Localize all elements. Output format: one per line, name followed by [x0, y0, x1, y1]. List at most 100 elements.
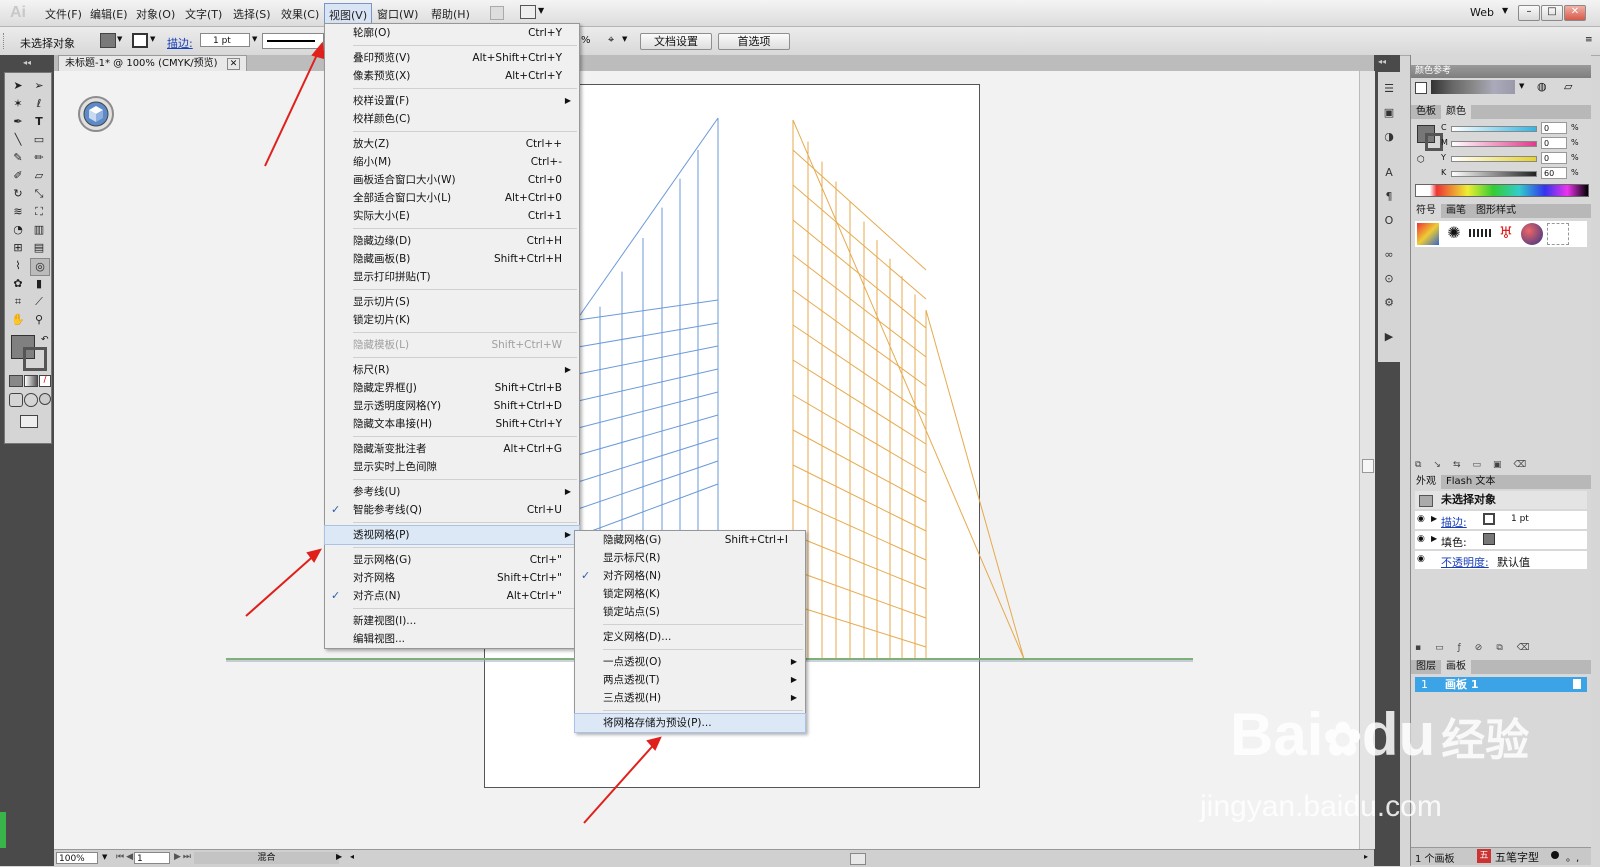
- blend-tool-icon[interactable]: ◎: [30, 258, 50, 276]
- pathfinder-panel-icon[interactable]: ◑: [1382, 130, 1396, 144]
- ime-punct-icon[interactable]: 。,: [1566, 849, 1579, 864]
- symbol-sphere-icon[interactable]: [1521, 223, 1543, 245]
- perspective-grid-tool-icon[interactable]: ▥: [30, 222, 48, 238]
- zoom-tool-icon[interactable]: ⚲: [30, 312, 48, 328]
- channel-value-input[interactable]: 0: [1541, 122, 1567, 134]
- screen-mode-icon[interactable]: [20, 415, 38, 428]
- type-tool-icon[interactable]: T: [30, 114, 48, 130]
- appearance-panel-actions[interactable]: ▪▭ƒ⊘⧉⌫: [1415, 643, 1587, 653]
- column-graph-tool-icon[interactable]: ▮: [30, 276, 48, 292]
- save-group-icon[interactable]: ▱: [1564, 80, 1572, 93]
- actions-panel-icon[interactable]: ▶: [1382, 330, 1396, 344]
- channel-slider[interactable]: [1451, 141, 1537, 147]
- direct-selection-tool-icon[interactable]: ➢: [30, 78, 48, 94]
- appearance-opacity-row[interactable]: ◉ 不透明度: 默认值: [1415, 551, 1587, 569]
- draw-behind-icon[interactable]: [24, 393, 38, 407]
- perspective-submenu-item[interactable]: 三点透视(H) ▶: [575, 689, 805, 707]
- chevron-down-icon[interactable]: ▼: [102, 853, 107, 861]
- view-menu-item[interactable]: 实际大小(E) Ctrl+1: [325, 207, 579, 225]
- view-menu-item[interactable]: 参考线(U) ▶: [325, 483, 579, 501]
- rotate-tool-icon[interactable]: ↻: [9, 186, 27, 202]
- prev-artboard-icon[interactable]: ⏮◀: [116, 852, 135, 862]
- scroll-left-icon[interactable]: ◂: [350, 852, 354, 861]
- rectangle-tool-icon[interactable]: ▭: [30, 132, 48, 148]
- appearance-stroke-swatch[interactable]: [1483, 513, 1495, 525]
- tab-symbols[interactable]: 符号: [1411, 204, 1441, 218]
- symbol-cube-icon[interactable]: [1417, 223, 1439, 245]
- opentype-panel-icon[interactable]: O: [1382, 214, 1396, 228]
- eye-icon[interactable]: ◉: [1417, 534, 1425, 544]
- gradient-mode-icon[interactable]: [24, 375, 38, 387]
- view-menu-item[interactable]: ✓ 智能参考线(Q) Ctrl+U: [325, 501, 579, 519]
- tab-swatches[interactable]: 色板: [1411, 105, 1441, 119]
- zoom-field[interactable]: 100%: [56, 852, 98, 864]
- eye-icon[interactable]: ◉: [1417, 514, 1425, 524]
- expand-arrow-icon[interactable]: ▶: [1431, 514, 1437, 523]
- collapse-icon[interactable]: ◂◂: [4, 58, 50, 68]
- channel-slider[interactable]: [1451, 126, 1537, 132]
- appearance-stroke-row[interactable]: ◉ ▶ 描边: 1 pt: [1415, 511, 1587, 529]
- expand-arrow-icon[interactable]: ▶: [1431, 534, 1437, 543]
- line-tool-icon[interactable]: ╲: [9, 132, 27, 148]
- slice-tool-icon[interactable]: ⟋: [30, 294, 48, 310]
- eye-icon[interactable]: ◉: [1417, 554, 1425, 564]
- perspective-submenu-item[interactable]: 将网格存储为预设(P)...: [574, 713, 806, 733]
- width-tool-icon[interactable]: ≋: [9, 204, 27, 220]
- draw-normal-icon[interactable]: [9, 393, 23, 407]
- view-menu-item[interactable]: 标尺(R) ▶: [325, 361, 579, 379]
- appearance-opacity-label[interactable]: 不透明度:: [1441, 554, 1489, 570]
- view-menu-item[interactable]: 隐藏画板(B) Shift+Ctrl+H: [325, 250, 579, 268]
- appearance-stroke-label[interactable]: 描边:: [1441, 514, 1467, 530]
- channel-slider[interactable]: [1451, 171, 1537, 177]
- view-menu-item[interactable]: 叠印预览(V) Alt+Shift+Ctrl+Y: [325, 49, 579, 67]
- view-menu-item[interactable]: 显示切片(S): [325, 293, 579, 311]
- tab-layers[interactable]: 图层: [1411, 660, 1441, 674]
- color-mode-icon[interactable]: [9, 375, 23, 387]
- scale-tool-icon[interactable]: ⤡: [30, 186, 48, 202]
- perspective-submenu-item[interactable]: 锁定网格(K): [575, 585, 805, 603]
- tab-brushes[interactable]: 画笔: [1441, 204, 1471, 218]
- pencil-tool-icon[interactable]: ✏: [30, 150, 48, 166]
- vertical-scrollbar-thumb[interactable]: [1362, 459, 1374, 473]
- swap-colors-icon[interactable]: ↶: [41, 335, 49, 345]
- perspective-submenu-item[interactable]: 显示标尺(R): [575, 549, 805, 567]
- next-artboard-icon[interactable]: ▶⏭: [174, 852, 193, 862]
- channel-value-input[interactable]: 60: [1541, 167, 1567, 179]
- perspective-submenu-item[interactable]: ✓ 对齐网格(N): [575, 567, 805, 585]
- ime-mode[interactable]: 五笔字型: [1495, 849, 1539, 865]
- view-menu-item[interactable]: 显示网格(G) Ctrl+": [325, 551, 579, 569]
- lasso-tool-icon[interactable]: ℓ: [30, 96, 48, 112]
- links-panel-icon[interactable]: ∞: [1382, 248, 1396, 262]
- paragraph-panel-icon[interactable]: ¶: [1382, 190, 1396, 204]
- channel-slider[interactable]: [1451, 156, 1537, 162]
- view-menu-item[interactable]: 编辑视图...: [325, 630, 579, 648]
- harmony-colors-bar[interactable]: [1431, 80, 1515, 94]
- gradient-tool-icon[interactable]: ▤: [30, 240, 48, 256]
- view-menu-item[interactable]: 轮廓(O) Ctrl+Y: [325, 24, 579, 42]
- view-menu-item[interactable]: 隐藏渐变批注者 Alt+Ctrl+G: [325, 440, 579, 458]
- artboard-name[interactable]: 画板 1: [1445, 677, 1478, 692]
- view-menu-item[interactable]: 画板适合窗口大小(W) Ctrl+0: [325, 171, 579, 189]
- eyedropper-tool-icon[interactable]: ⌇: [9, 258, 27, 274]
- view-menu-item[interactable]: 校样颜色(C): [325, 110, 579, 128]
- horizontal-scrollbar-thumb[interactable]: [850, 853, 866, 865]
- tab-graphic-styles[interactable]: 图形样式: [1471, 204, 1521, 218]
- gear-icon[interactable]: ⚙: [1382, 296, 1396, 310]
- navigator-panel-icon[interactable]: ⊙: [1382, 272, 1396, 286]
- paintbrush-tool-icon[interactable]: ✎: [9, 150, 27, 166]
- perspective-submenu-item[interactable]: 隐藏网格(G) Shift+Ctrl+I: [575, 531, 805, 549]
- view-menu-item[interactable]: 透视网格(P) ▶: [324, 525, 580, 545]
- status-menu-arrow-icon[interactable]: ▶: [336, 852, 342, 861]
- harmony-base-swatch[interactable]: [1415, 82, 1427, 94]
- view-menu-item[interactable]: 显示打印拼贴(T): [325, 268, 579, 286]
- view-menu-item[interactable]: 隐藏文本串接(H) Shift+Ctrl+Y: [325, 415, 579, 433]
- tab-flash-text[interactable]: Flash 文本: [1441, 475, 1500, 489]
- view-menu-item[interactable]: 像素预览(X) Alt+Ctrl+Y: [325, 67, 579, 85]
- artboard-tool-icon[interactable]: ⌗: [9, 294, 27, 310]
- mesh-tool-icon[interactable]: ⊞: [9, 240, 27, 256]
- view-menu-item[interactable]: 显示透明度网格(Y) Shift+Ctrl+D: [325, 397, 579, 415]
- perspective-submenu-item[interactable]: 两点透视(T) ▶: [575, 671, 805, 689]
- symbol-sprayer-tool-icon[interactable]: ✿: [9, 276, 27, 292]
- align-panel-icon[interactable]: ☰: [1382, 82, 1396, 96]
- view-menu-item[interactable]: 对齐网格 Shift+Ctrl+": [325, 569, 579, 587]
